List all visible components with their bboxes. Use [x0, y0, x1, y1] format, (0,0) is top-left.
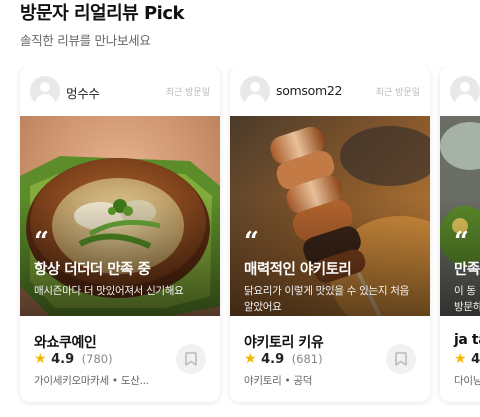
rating-value: 4 — [471, 352, 480, 367]
review-photo[interactable]: “ 매력적인 야키토리 닭요리가 이렇게 맛있을 수 있는지 처음 알았어요 — [230, 116, 430, 316]
reviewer-name: 멍수수 — [66, 86, 100, 101]
bookmark-button[interactable] — [176, 344, 206, 374]
avatar-icon — [450, 76, 480, 106]
avatar-icon — [30, 76, 60, 106]
star-icon: ★ — [244, 351, 257, 367]
restaurant-info[interactable]: ja ta ★ 4 다이닝 — [440, 316, 480, 402]
restaurant-category-location: 다이닝 — [454, 375, 480, 387]
review-count: (780) — [81, 352, 113, 366]
review-card[interactable]: “ 만족 이 동 방문하 ja ta ★ 4 다이닝 — [440, 66, 480, 402]
review-card[interactable]: 멍수수 최근 방문일 “ 항상 더더더 만족 중 매시즌마다 더 맛있어져서 신… — [20, 66, 220, 402]
review-text: 이 동 방문하 — [454, 285, 480, 313]
quote-icon: “ — [34, 227, 49, 257]
visit-date-label: 최근 방문일 — [165, 88, 210, 98]
section-header: 방문자 리얼리뷰 Pick 솔직한 리뷰를 만나보세요 — [20, 2, 184, 49]
review-photo[interactable]: “ 항상 더더더 만족 중 매시즌마다 더 맛있어져서 신기해요 — [20, 116, 220, 316]
quote-icon: “ — [244, 227, 259, 257]
bookmark-button[interactable] — [386, 344, 416, 374]
restaurant-info[interactable]: 야키토리 키유 ★ 4.9 (681) 야키토리 • 공덕 — [230, 316, 430, 402]
restaurant-category-location: 가이세키오마카세 • 도산... — [34, 375, 149, 387]
review-title: 매력적인 야키토리 — [244, 262, 352, 278]
reviewer-name: somsom22 — [276, 83, 343, 98]
review-title: 항상 더더더 만족 중 — [34, 262, 151, 278]
review-photo[interactable]: “ 만족 이 동 방문하 — [440, 116, 480, 316]
card-header: somsom22 최근 방문일 — [230, 66, 430, 116]
quote-icon: “ — [454, 227, 469, 257]
bookmark-icon — [185, 352, 197, 366]
review-text: 매시즌마다 더 맛있어져서 신기해요 — [34, 285, 184, 297]
rating: ★ 4 — [454, 351, 480, 367]
section-subtitle: 솔직한 리뷰를 만나보세요 — [20, 33, 151, 48]
review-card[interactable]: somsom22 최근 방문일 “ 매력적인 야키토리 닭요리가 이렇게 맛있을… — [230, 66, 430, 402]
section-title: 방문자 리얼리뷰 Pick — [20, 3, 184, 24]
review-count: (681) — [291, 352, 323, 366]
bookmark-icon — [395, 352, 407, 366]
review-text: 닭요리가 이렇게 맛있을 수 있는지 처음 알았어요 — [244, 285, 409, 313]
restaurant-name[interactable]: 야키토리 키유 — [244, 332, 324, 352]
star-icon: ★ — [34, 351, 47, 367]
restaurant-category-location: 야키토리 • 공덕 — [244, 375, 313, 387]
rating-value: 4.9 — [51, 352, 75, 367]
restaurant-name[interactable]: ja ta — [454, 332, 480, 348]
star-icon: ★ — [454, 351, 467, 367]
rating: ★ 4.9 (681) — [244, 351, 323, 367]
restaurant-info[interactable]: 와쇼쿠예인 ★ 4.9 (780) 가이세키오마카세 • 도산... — [20, 316, 220, 402]
avatar-icon — [240, 76, 270, 106]
card-header — [440, 66, 480, 116]
review-carousel[interactable]: 멍수수 최근 방문일 “ 항상 더더더 만족 중 매시즌마다 더 맛있어져서 신… — [0, 66, 480, 406]
review-title: 만족 — [454, 262, 480, 278]
rating-value: 4.9 — [261, 352, 285, 367]
restaurant-name[interactable]: 와쇼쿠예인 — [34, 332, 97, 352]
visit-date-label: 최근 방문일 — [375, 88, 420, 98]
card-header: 멍수수 최근 방문일 — [20, 66, 220, 116]
rating: ★ 4.9 (780) — [34, 351, 113, 367]
